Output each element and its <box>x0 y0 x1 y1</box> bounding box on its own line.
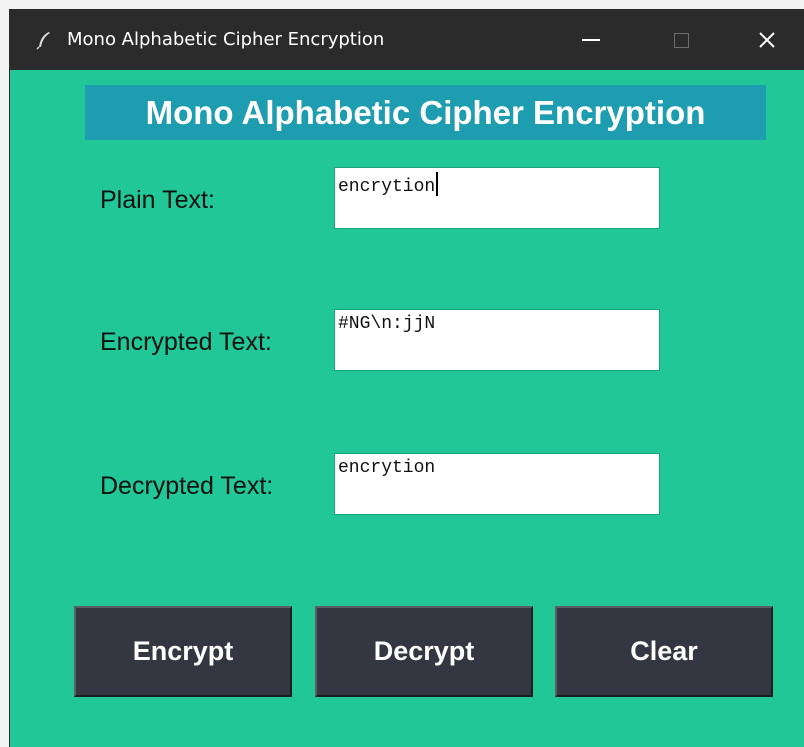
plain-text-label: Plain Text: <box>100 186 215 214</box>
feather-icon <box>34 30 54 50</box>
decrypted-text-label: Decrypted Text: <box>100 472 274 500</box>
decrypt-button[interactable]: Decrypt <box>315 606 533 697</box>
text-cursor <box>436 172 439 196</box>
encrypted-text-value: #NG\n:jjN <box>338 314 436 334</box>
app-window: Mono Alphabetic Cipher Encryption Mono A… <box>10 10 804 747</box>
minimize-button[interactable] <box>558 10 624 70</box>
maximize-button[interactable] <box>648 10 714 70</box>
decrypted-text-value: encrytion <box>338 458 436 478</box>
clear-button[interactable]: Clear <box>555 606 773 697</box>
window-title: Mono Alphabetic Cipher Encryption <box>67 29 385 50</box>
minimize-icon <box>582 39 600 41</box>
encrypted-text-label: Encrypted Text: <box>100 328 272 356</box>
maximize-icon <box>673 32 689 48</box>
title-bar[interactable]: Mono Alphabetic Cipher Encryption <box>10 10 804 70</box>
plain-text-value: encrytion <box>338 177 436 197</box>
page-heading: Mono Alphabetic Cipher Encryption <box>85 85 766 140</box>
close-button[interactable] <box>734 10 800 70</box>
close-icon <box>758 31 776 49</box>
plain-text-input[interactable]: encrytion <box>334 167 660 229</box>
encrypted-text-input[interactable]: #NG\n:jjN <box>334 309 660 371</box>
encrypt-button[interactable]: Encrypt <box>74 606 292 697</box>
decrypted-text-input[interactable]: encrytion <box>334 453 660 515</box>
